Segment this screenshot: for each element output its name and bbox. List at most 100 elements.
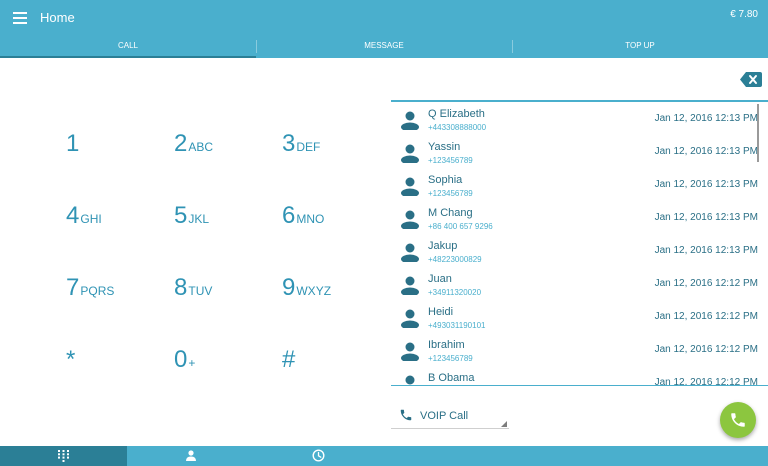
call-timestamp: Jan 12, 2016 12:13 PM <box>654 245 758 256</box>
dial-key-8[interactable]: 8TUV <box>174 274 212 302</box>
contact-avatar-icon <box>401 144 419 163</box>
dial-key-letters: ABC <box>188 140 214 154</box>
bottom-navigation <box>0 446 768 466</box>
dial-key-4[interactable]: 4GHI <box>66 202 102 230</box>
dial-key-7[interactable]: 7PQRS <box>66 274 114 302</box>
dial-key-letters: JKL <box>188 212 210 226</box>
recent-calls-list[interactable]: Q Elizabeth +443308888000 Jan 12, 2016 1… <box>391 102 768 385</box>
recent-call-row[interactable]: B Obama Jan 12, 2016 12:12 PM <box>391 366 768 385</box>
dial-key-letters: + <box>188 356 196 370</box>
dial-key-digit: # <box>282 346 296 373</box>
dial-key-9[interactable]: 9WXYZ <box>282 274 331 302</box>
call-timestamp: Jan 12, 2016 12:13 PM <box>654 212 758 223</box>
recent-call-row[interactable]: Heidi +493031190101 Jan 12, 2016 12:12 P… <box>391 300 768 333</box>
recent-call-row[interactable]: Ibrahim +123456789 Jan 12, 2016 12:12 PM <box>391 333 768 366</box>
dial-key-digit: * <box>66 346 76 373</box>
recent-call-row[interactable]: Juan +34911320020 Jan 12, 2016 12:12 PM <box>391 267 768 300</box>
app-bar: Home € 7.80 CALL MESSAGE TOP UP <box>0 0 768 58</box>
contact-name: Heidi <box>428 306 454 318</box>
contact-number: +123456789 <box>428 156 473 165</box>
balance-display: € 7.80 <box>730 9 758 20</box>
call-type-selector[interactable]: VOIP Call <box>391 405 509 429</box>
call-type-label: VOIP Call <box>420 410 469 422</box>
contact-name: Sophia <box>428 174 463 186</box>
hamburger-menu-icon[interactable] <box>13 12 27 24</box>
dial-key-digit: 3 <box>282 130 296 157</box>
call-timestamp: Jan 12, 2016 12:13 PM <box>654 146 758 157</box>
contact-avatar-icon <box>401 210 419 229</box>
contact-name: Yassin <box>428 141 461 153</box>
contact-avatar-icon <box>401 177 419 196</box>
tab-message[interactable]: MESSAGE <box>256 36 512 58</box>
dropdown-caret-icon <box>501 421 507 427</box>
recent-call-row[interactable]: Yassin +123456789 Jan 12, 2016 12:13 PM <box>391 135 768 168</box>
dial-key-digit: 5 <box>174 202 188 229</box>
dial-key-5[interactable]: 5JKL <box>174 202 209 230</box>
call-timestamp: Jan 12, 2016 12:13 PM <box>654 113 758 124</box>
contact-number: +123456789 <box>428 354 473 363</box>
dial-key-6[interactable]: 6MNO <box>282 202 324 230</box>
dial-key-digit: 1 <box>66 130 80 157</box>
dial-key-digit: 4 <box>66 202 80 229</box>
contact-number: +86 400 657 9296 <box>428 222 493 231</box>
dial-key-3[interactable]: 3DEF <box>282 130 320 158</box>
contact-name: Jakup <box>428 240 458 252</box>
nav-dialpad[interactable] <box>0 446 127 466</box>
dial-key-star[interactable]: * <box>66 346 76 374</box>
dial-key-digit: 9 <box>282 274 296 301</box>
recent-call-row[interactable]: Jakup +48223000829 Jan 12, 2016 12:13 PM <box>391 234 768 267</box>
list-scrollbar[interactable] <box>757 104 759 162</box>
nav-contacts[interactable] <box>127 446 255 466</box>
history-icon <box>312 449 325 462</box>
call-timestamp: Jan 12, 2016 12:12 PM <box>654 377 758 385</box>
contact-avatar-icon <box>401 243 419 262</box>
contact-number: +443308888000 <box>428 123 487 132</box>
contact-avatar-icon <box>401 309 419 328</box>
contacts-icon <box>186 450 196 461</box>
contact-avatar-icon <box>401 111 419 130</box>
contact-name: Ibrahim <box>428 339 465 351</box>
dial-key-letters: GHI <box>80 212 102 226</box>
dial-key-letters: TUV <box>188 284 213 298</box>
recent-call-row[interactable]: Sophia +123456789 Jan 12, 2016 12:13 PM <box>391 168 768 201</box>
call-timestamp: Jan 12, 2016 12:12 PM <box>654 344 758 355</box>
call-button[interactable] <box>720 402 756 438</box>
dial-key-digit: 6 <box>282 202 296 229</box>
call-timestamp: Jan 12, 2016 12:12 PM <box>654 311 758 322</box>
dial-key-digit: 7 <box>66 274 80 301</box>
page-title: Home <box>40 10 75 25</box>
contact-name: M Chang <box>428 207 473 219</box>
contact-number: +123456789 <box>428 189 473 198</box>
contact-avatar-icon <box>405 375 415 385</box>
dial-key-letters: PQRS <box>80 284 115 298</box>
contact-name: Q Elizabeth <box>428 108 485 120</box>
dial-key-letters: DEF <box>296 140 321 154</box>
contact-number: +493031190101 <box>428 321 486 330</box>
dial-key-digit: 0 <box>174 346 188 373</box>
dial-key-1[interactable]: 1 <box>66 130 80 158</box>
phone-icon <box>400 409 412 421</box>
contact-name: B Obama <box>428 372 475 384</box>
contact-number: +48223000829 <box>428 255 482 264</box>
dial-key-digit: 8 <box>174 274 188 301</box>
recent-call-row[interactable]: Q Elizabeth +443308888000 Jan 12, 2016 1… <box>391 102 768 135</box>
call-timestamp: Jan 12, 2016 12:13 PM <box>654 179 758 190</box>
dial-key-digit: 2 <box>174 130 188 157</box>
call-timestamp: Jan 12, 2016 12:12 PM <box>654 278 758 289</box>
dial-key-letters: MNO <box>296 212 325 226</box>
recent-call-row[interactable]: M Chang +86 400 657 9296 Jan 12, 2016 12… <box>391 201 768 234</box>
dial-key-hash[interactable]: # <box>282 346 296 374</box>
tab-bar: CALL MESSAGE TOP UP <box>0 36 768 58</box>
backspace-icon[interactable] <box>740 72 762 87</box>
dial-key-2[interactable]: 2ABC <box>174 130 213 158</box>
dial-key-letters: WXYZ <box>296 284 332 298</box>
dialpad-icon <box>58 450 69 462</box>
phone-icon <box>731 413 745 427</box>
tab-top-up[interactable]: TOP UP <box>512 36 768 58</box>
tab-call[interactable]: CALL <box>0 36 256 58</box>
contact-avatar-icon <box>401 276 419 295</box>
list-divider <box>391 385 768 386</box>
dial-key-0[interactable]: 0+ <box>174 346 195 374</box>
nav-history[interactable] <box>255 446 383 466</box>
contact-avatar-icon <box>401 342 419 361</box>
